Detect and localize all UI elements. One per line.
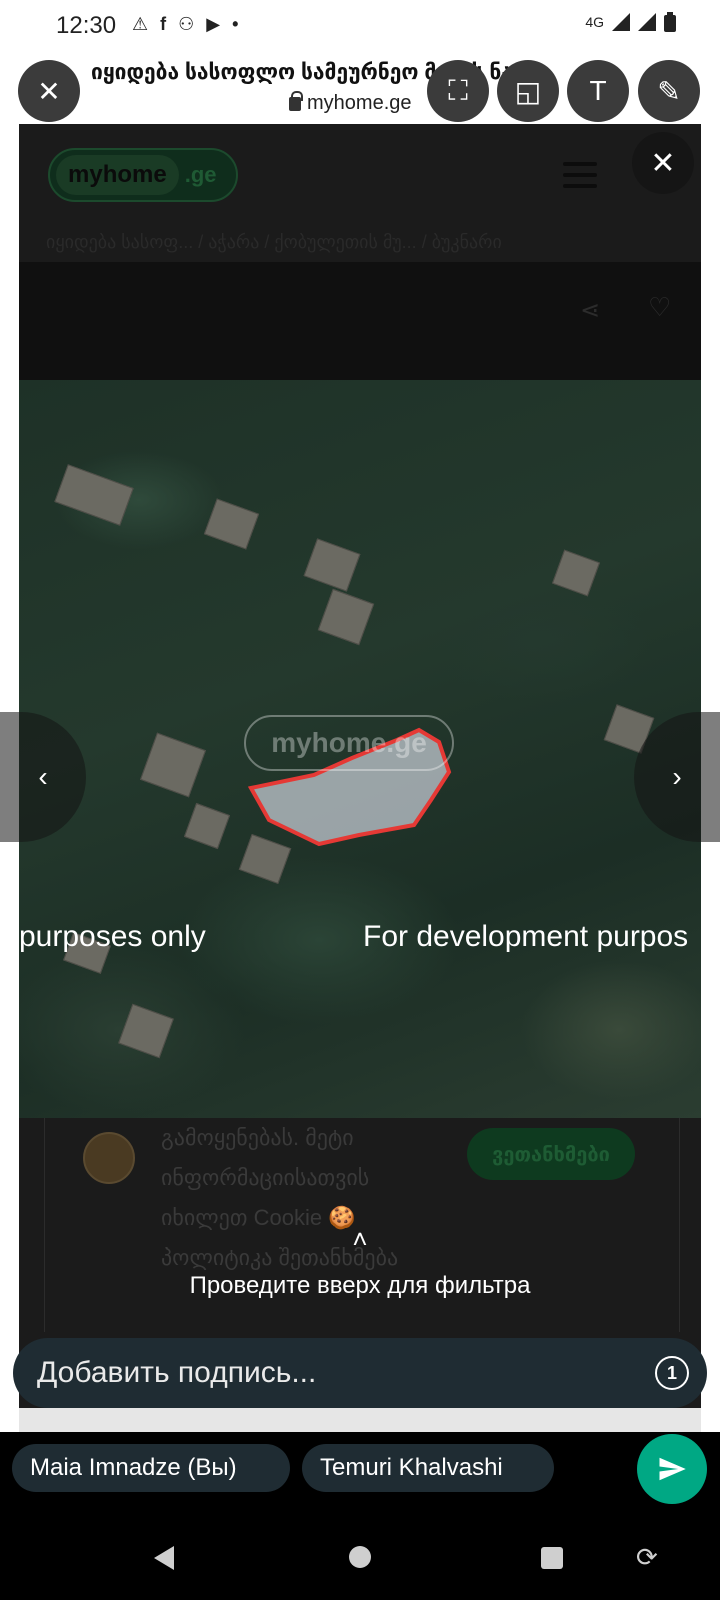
notification-icons: ⚠ f ⚇ ▶ • [132, 14, 238, 35]
breadcrumb: იყიდება სასოფ... / აჭარა / ქობულეთის მუ.… [46, 232, 502, 252]
view-once-count: 1 [666, 1362, 677, 1383]
caption-bar: 1 [13, 1338, 707, 1408]
system-navigation-bar: ⟳ [0, 1520, 720, 1600]
signal-icon [612, 13, 630, 31]
signal-roaming-icon [638, 13, 656, 31]
rotate-icon[interactable]: ⟳ [636, 1542, 658, 1573]
youtube-icon: ▶ [206, 14, 221, 34]
close-editor-button[interactable]: ✕ [18, 60, 80, 122]
satellite-photo: myhome.ge purposes only For development … [19, 380, 701, 1118]
pencil-icon: ✎ [657, 75, 681, 107]
notification-icon: ⚇ [178, 14, 195, 34]
draw-button[interactable]: ✎ [638, 60, 700, 122]
dev-watermark-left: purposes only [19, 920, 206, 953]
cookie-accept-button: ვეთანხმები [467, 1128, 635, 1180]
dot-icon: • [232, 14, 239, 34]
page-url: myhome.ge [289, 90, 412, 115]
dev-watermark-right: For development purpos [363, 920, 689, 953]
cookie-icon [83, 1132, 135, 1184]
close-icon: ✕ [37, 75, 61, 107]
heart-icon: ♡ [648, 292, 672, 322]
recents-icon[interactable] [541, 1547, 563, 1569]
gallery-close-button: ✕ [632, 132, 694, 194]
crop-icon: ⛶ [448, 74, 468, 106]
battery-icon [664, 12, 676, 32]
status-bar: 12:30 ⚠ f ⚇ ▶ • 4G [0, 0, 720, 52]
site-logo: myhome .ge [48, 148, 238, 202]
logo-text: myhome [56, 155, 179, 195]
recipient-chip[interactable]: Temuri Khalvashi [302, 1444, 554, 1492]
lock-icon [289, 90, 303, 111]
send-button[interactable] [637, 1434, 707, 1504]
chevron-right-icon: › [672, 761, 682, 792]
sticker-icon: ◱ [514, 75, 542, 107]
caption-input[interactable] [37, 1356, 637, 1390]
warning-icon: ⚠ [132, 14, 149, 34]
back-icon[interactable] [154, 1546, 174, 1570]
menu-icon [563, 162, 597, 188]
sticker-button[interactable]: ◱ [497, 60, 559, 122]
text-icon: T [589, 75, 607, 106]
chevron-left-icon: ‹ [38, 761, 48, 792]
view-once-icon[interactable]: 1 [655, 1356, 689, 1390]
system-icons: 4G [585, 12, 676, 32]
network-label: 4G [585, 14, 604, 30]
status-time: 12:30 [56, 12, 117, 39]
recipient-chip[interactable]: Maia Imnadze (Вы) [12, 1444, 290, 1492]
home-icon[interactable] [349, 1546, 371, 1568]
send-icon [659, 1457, 686, 1481]
share-icon: ⋖ [580, 297, 601, 324]
photo-watermark: myhome.ge [244, 715, 454, 771]
text-tool-button[interactable]: T [567, 60, 629, 122]
url-text: myhome.ge [307, 92, 412, 114]
chevron-up-icon: ˄ [352, 1224, 368, 1254]
recipient-name: Maia Imnadze (Вы) [30, 1454, 237, 1481]
facebook-icon: f [160, 14, 167, 34]
recipient-name: Temuri Khalvashi [320, 1454, 503, 1481]
filter-swipe-hint[interactable]: Проведите вверх для фильтра [0, 1272, 720, 1300]
website-bottom-bar [19, 1408, 701, 1432]
close-icon: ✕ [650, 146, 676, 180]
logo-suffix: .ge [184, 162, 217, 187]
crop-rotate-button[interactable]: ⛶ [427, 60, 489, 122]
